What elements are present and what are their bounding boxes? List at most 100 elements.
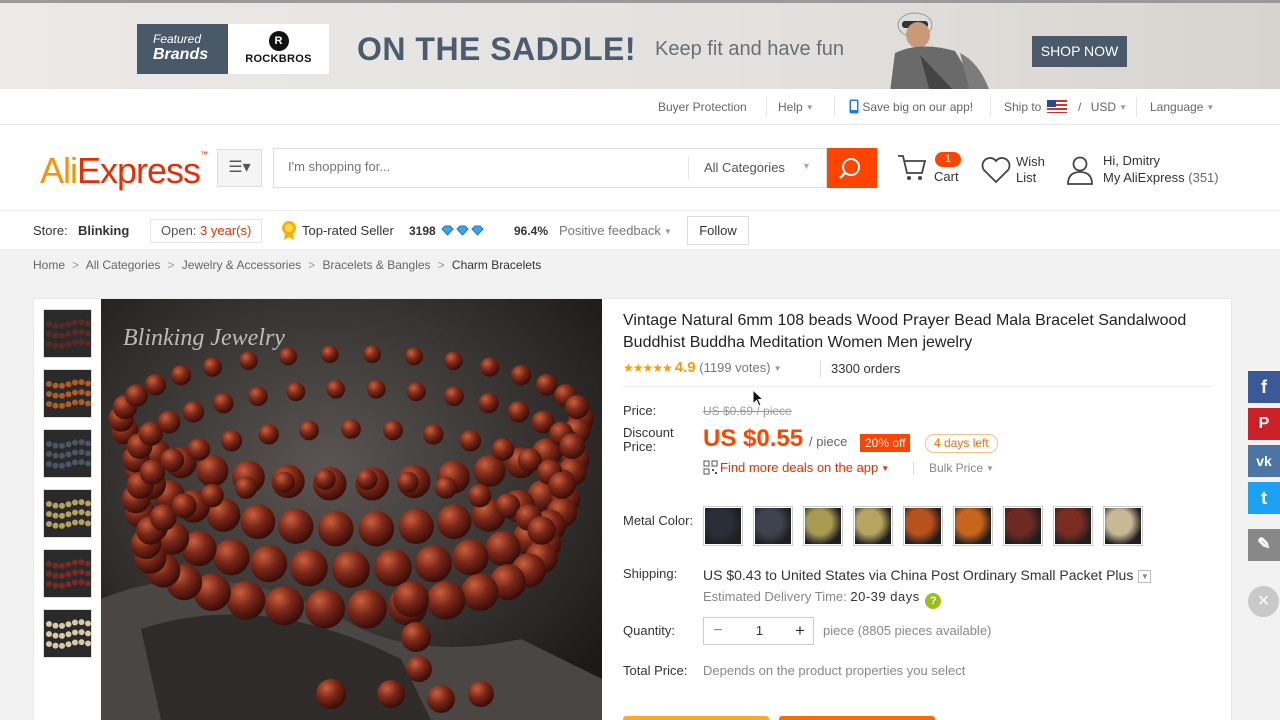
bulk-price-menu[interactable]: Bulk Price ▼ [929,461,994,475]
color-swatch[interactable] [953,506,993,546]
medal-icon [282,221,296,240]
breadcrumb-all-categories[interactable]: All Categories [86,258,161,272]
pinterest-share-icon[interactable]: P [1248,408,1280,440]
store-name-link[interactable]: Blinking [78,223,129,238]
delivery-days: 20-39 days [850,589,920,604]
product-thumbnail[interactable] [43,309,92,358]
price-label: Price: [623,403,657,418]
discount-label-l1: Discount [623,425,674,440]
app-deals-link[interactable]: Find more deals on the app ▼ [703,460,889,475]
quantity-increase-button[interactable]: + [787,618,813,644]
logo-express: Express [77,150,201,191]
qr-code-icon [703,460,718,475]
product-thumbnail[interactable] [43,609,92,658]
color-swatch[interactable] [803,506,843,546]
open-years: 3 year(s) [200,223,252,238]
divider [766,97,767,117]
search-button[interactable] [827,148,877,188]
diamond-icon [471,225,484,236]
twitter-share-icon[interactable]: t [1248,482,1280,514]
cart-link[interactable]: Cart [934,169,959,184]
heart-icon[interactable] [980,156,1012,184]
buy-now-button[interactable] [623,716,769,720]
metal-color-label: Metal Color: [623,513,694,528]
product-main-image[interactable]: Blinking Jewelry [101,299,602,720]
search-icon [839,158,860,179]
edit-icon[interactable]: ✎ [1248,529,1280,561]
breadcrumb-bracelets[interactable]: Bracelets & Bangles [323,258,431,272]
breadcrumb-separator: > [167,258,175,272]
shipping-option[interactable]: US $0.43 to United States via China Post… [703,567,1152,583]
divider [623,386,1213,387]
follow-button[interactable]: Follow [687,216,749,245]
price-unit: / piece [809,434,848,449]
search-input[interactable] [288,159,668,174]
seller-score[interactable]: 3198 [409,224,484,238]
breadcrumb-separator: > [308,258,316,272]
language-label: Language [1150,100,1204,114]
user-icon[interactable] [1067,155,1093,185]
diamond-icon [456,225,469,236]
rating-summary[interactable]: ★★★★★ 4.9 (1199 votes) ▼ [623,359,782,376]
color-swatch[interactable] [1003,506,1043,546]
breadcrumb-home[interactable]: Home [33,258,65,272]
delivery-label: Estimated Delivery Time: [703,589,847,604]
discount-badge: 20% off [860,434,911,452]
account-menu[interactable]: Hi, Dmitry My AliExpress (351) [1103,152,1219,186]
ship-to-menu[interactable]: Ship to / USD ▼ [1004,89,1127,125]
promo-banner[interactable]: Featured Brands R ROCKBROS ON THE SADDLE… [0,0,1280,89]
color-swatch[interactable] [903,506,943,546]
chevron-down-icon: ▼ [805,102,814,112]
bead-bracelet-image: Blinking Jewelry [101,299,602,720]
help-label: Help [778,100,803,114]
wish-list-link[interactable]: Wish List [1016,154,1045,186]
store-open-badge: Open: 3 year(s) [150,219,263,243]
positive-feedback-menu[interactable]: Positive feedback ▼ [559,223,672,238]
banner-tagline: Keep fit and have fun [655,38,845,60]
original-price: US $0.69 / piece [703,404,792,418]
breadcrumb-separator: > [437,258,445,272]
close-icon[interactable]: × [1248,586,1279,617]
breadcrumb-separator: > [72,258,80,272]
add-to-cart-button[interactable] [779,716,935,720]
color-swatch[interactable] [703,506,743,546]
brand-logo-box: R ROCKBROS [228,24,329,74]
divider [834,97,835,117]
breadcrumb-jewelry[interactable]: Jewelry & Accessories [182,258,301,272]
open-label: Open: [161,223,197,238]
help-menu[interactable]: Help ▼ [778,89,814,125]
cart-icon[interactable] [896,153,928,183]
search-bar: All Categories ▼ [273,148,827,188]
chevron-down-icon: ▼ [1206,102,1215,112]
thumbnail-image [44,370,91,417]
app-link[interactable]: Save big on our app! [849,89,973,125]
color-swatch[interactable] [753,506,793,546]
product-thumbnail[interactable] [43,369,92,418]
quantity-decrease-button[interactable]: − [704,618,732,644]
aliexpress-logo[interactable]: AliExpress™ [40,150,208,192]
help-icon[interactable]: ? [925,593,942,609]
thumbnail-image [44,310,91,357]
color-swatch[interactable] [853,506,893,546]
brands-label: Brands [153,46,209,63]
buyer-protection-link[interactable]: Buyer Protection [658,89,747,125]
site-header: AliExpress™ ☰▾ All Categories ▼ 1 Cart W… [0,125,1280,210]
color-swatch[interactable] [1103,506,1143,546]
utility-bar: Buyer Protection Help ▼ Save big on our a… [0,89,1280,125]
product-thumbnail[interactable] [43,429,92,478]
star-rating-icon: ★★★★★ [623,361,673,375]
product-thumbnail[interactable] [43,489,92,538]
shop-now-button[interactable]: SHOP NOW [1032,36,1127,67]
quantity-input[interactable]: 1 [732,618,787,644]
language-menu[interactable]: Language ▼ [1150,89,1214,125]
facebook-share-icon[interactable]: f [1248,371,1280,403]
chevron-down-icon: ▼ [663,227,672,237]
positive-feedback-label: Positive feedback [559,223,661,238]
category-menu-button[interactable]: ☰▾ [217,149,262,187]
product-thumbnail[interactable] [43,549,92,598]
vk-share-icon[interactable]: vk [1248,445,1280,477]
thumbnail-image [44,610,91,657]
color-swatch[interactable] [1053,506,1093,546]
category-select[interactable]: All Categories [704,160,785,175]
cyclist-image [890,12,989,89]
